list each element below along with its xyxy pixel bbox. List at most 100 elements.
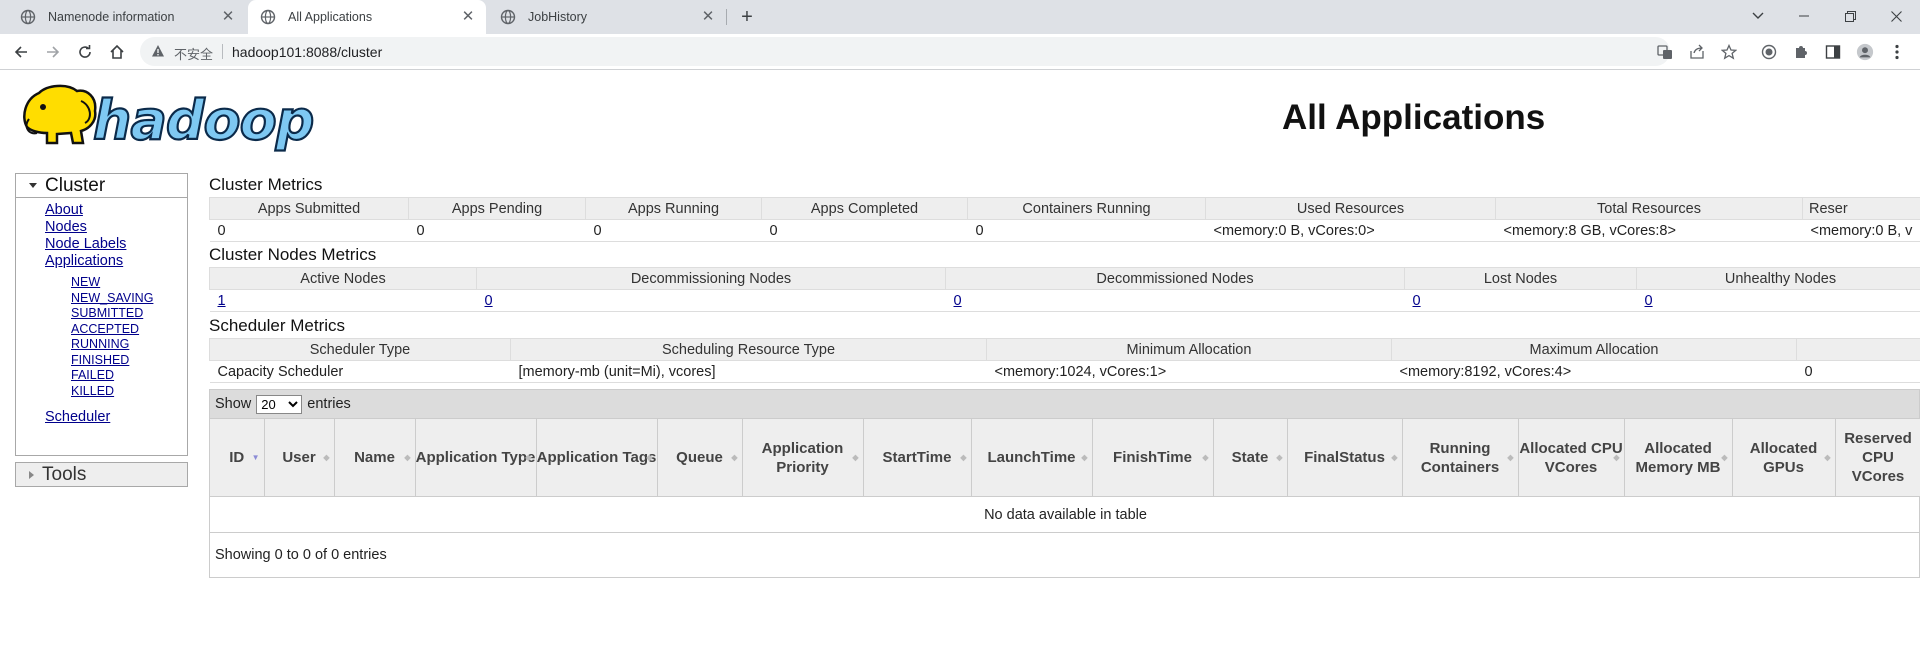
col-state[interactable]: State ◆ (1213, 418, 1288, 497)
col-application-priority[interactable]: Application Priority ◆ (742, 418, 864, 497)
nav-state-finished[interactable]: FINISHED (71, 353, 187, 369)
col-apps-submitted: Apps Submitted (209, 197, 409, 220)
page-length-control: Show 20 entries (210, 390, 1919, 418)
col-label: StartTime (882, 449, 952, 466)
nav-link-scheduler[interactable]: Scheduler (45, 409, 187, 426)
value-total-resources: <memory:8 GB, vCores:8> (1495, 219, 1803, 242)
profile-button[interactable] (1856, 43, 1874, 61)
tab-namenode[interactable]: Namenode information ✕ (0, 0, 246, 34)
col-start-time[interactable]: StartTime ◆ (863, 418, 972, 497)
col-application-type[interactable]: Application Type ◆ (415, 418, 537, 497)
nav-state-failed[interactable]: FAILED (71, 368, 187, 384)
nav-state-new[interactable]: NEW (71, 275, 187, 291)
col-allocated-memory-mb[interactable]: Allocated Memory MB ◆ (1624, 418, 1733, 497)
value-lost-nodes: 0 (1404, 289, 1637, 312)
address-bar[interactable]: 不安全 hadoop101:8088/cluster (140, 37, 1670, 66)
close-tab-icon[interactable]: ✕ (220, 9, 236, 25)
col-queue[interactable]: Queue ◆ (657, 418, 743, 497)
value-used-resources: <memory:0 B, vCores:0> (1205, 219, 1496, 242)
col-application-tags[interactable]: Application Tags ◆ (536, 418, 658, 497)
col-id[interactable]: ID ▼ (210, 418, 265, 497)
close-tab-icon[interactable]: ✕ (700, 9, 716, 25)
bookmark-button[interactable] (1720, 43, 1738, 61)
tab-title: Namenode information (48, 10, 175, 24)
col-running-containers[interactable]: Running Containers ◆ (1402, 418, 1519, 497)
nav-state-new-saving[interactable]: NEW_SAVING (71, 291, 187, 307)
menu-button[interactable] (1888, 43, 1906, 61)
sort-icon: ◆ (1721, 453, 1728, 462)
nav-state-running[interactable]: RUNNING (71, 337, 187, 353)
nav-cluster-header[interactable]: Cluster (15, 173, 188, 198)
nav-state-killed[interactable]: KILLED (71, 384, 187, 400)
sort-icon: ◆ (852, 453, 859, 462)
table-row: Capacity Scheduler [memory-mb (unit=Mi),… (209, 360, 1920, 383)
decommissioned-nodes-link[interactable]: 0 (954, 293, 962, 309)
col-scheduler-type: Scheduler Type (209, 338, 511, 361)
col-allocated-cpu-vcores[interactable]: Allocated CPU VCores ◆ (1518, 418, 1625, 497)
show-label: Show (215, 396, 252, 412)
active-nodes-link[interactable]: 1 (218, 293, 226, 309)
close-window-button[interactable] (1874, 0, 1918, 32)
side-panel-button[interactable] (1824, 43, 1842, 61)
tab-jobhistory[interactable]: JobHistory ✕ (488, 0, 726, 34)
col-launch-time[interactable]: LaunchTime ◆ (971, 418, 1093, 497)
extension-circle-button[interactable] (1760, 43, 1778, 61)
close-tab-icon[interactable]: ✕ (460, 9, 476, 25)
sort-icon: ◆ (525, 453, 532, 462)
decommissioning-nodes-link[interactable]: 0 (485, 293, 493, 309)
new-tab-button[interactable]: + (736, 6, 758, 28)
nav-link-nodes[interactable]: Nodes (45, 219, 187, 236)
reload-button[interactable] (74, 41, 96, 63)
col-label: LaunchTime (987, 449, 1076, 466)
table-row: No data available in table (210, 496, 1920, 533)
share-button[interactable] (1688, 43, 1706, 61)
col-maximum-allocation: Maximum Allocation (1391, 338, 1797, 361)
nav-link-about[interactable]: About (45, 202, 187, 219)
col-active-nodes: Active Nodes (209, 267, 477, 290)
lost-nodes-link[interactable]: 0 (1413, 293, 1421, 309)
nav-link-applications[interactable]: Applications (45, 253, 187, 270)
col-finish-time[interactable]: FinishTime ◆ (1092, 418, 1214, 497)
value-apps-submitted: 0 (209, 219, 409, 242)
url-text[interactable]: hadoop101:8088/cluster (232, 44, 382, 60)
forward-button[interactable] (42, 41, 64, 63)
unhealthy-nodes-link[interactable]: 0 (1645, 293, 1653, 309)
page-size-select[interactable]: 20 (256, 394, 303, 414)
nav-tools-header[interactable]: Tools (15, 462, 188, 487)
sort-icon: ◆ (323, 453, 330, 462)
cluster-metrics-title: Cluster Metrics (209, 175, 323, 194)
star-icon (1721, 44, 1737, 60)
table-header-row: Active Nodes Decommissioning Nodes Decom… (209, 267, 1920, 290)
translate-button[interactable] (1656, 43, 1674, 61)
puzzle-icon (1796, 46, 1807, 58)
col-reserved-cpu-vcores[interactable]: Reserved CPU VCores (1835, 418, 1920, 497)
back-button[interactable] (10, 41, 32, 63)
restore-icon (1844, 10, 1856, 22)
sort-icon: ◆ (1824, 453, 1831, 462)
col-final-status[interactable]: FinalStatus ◆ (1287, 418, 1403, 497)
col-label: Application Type (415, 449, 536, 466)
nav-link-node-labels[interactable]: Node Labels (45, 236, 187, 253)
col-name[interactable]: Name ◆ (334, 418, 416, 497)
sort-icon: ◆ (404, 453, 411, 462)
nav-cluster-heading: Cluster (45, 174, 106, 196)
nav-state-accepted[interactable]: ACCEPTED (71, 322, 187, 338)
home-button[interactable] (106, 41, 128, 63)
col-allocated-gpus[interactable]: Allocated GPUs ◆ (1732, 418, 1836, 497)
tab-all-applications[interactable]: All Applications ✕ (248, 0, 486, 34)
left-nav: Cluster About Nodes Node Labels Applicat… (15, 173, 188, 487)
restore-button[interactable] (1828, 0, 1872, 32)
col-minimum-allocation: Minimum Allocation (986, 338, 1392, 361)
page-content: hadoop All Applications Cluster About No… (0, 71, 1920, 669)
minimize-button[interactable] (1782, 0, 1826, 32)
col-label: User (282, 449, 316, 466)
tab-search-button[interactable] (1736, 0, 1780, 32)
value-scheduler-extra: 0 (1796, 360, 1920, 383)
extensions-button[interactable] (1792, 43, 1810, 61)
col-label: Allocated CPU VCores (1519, 439, 1623, 476)
scheduler-metrics-table: Scheduler Type Scheduling Resource Type … (209, 338, 1920, 383)
nav-state-submitted[interactable]: SUBMITTED (71, 306, 187, 322)
col-user[interactable]: User ◆ (264, 418, 335, 497)
nav-tools-heading: Tools (42, 463, 87, 485)
hadoop-logo[interactable]: hadoop (17, 79, 317, 160)
